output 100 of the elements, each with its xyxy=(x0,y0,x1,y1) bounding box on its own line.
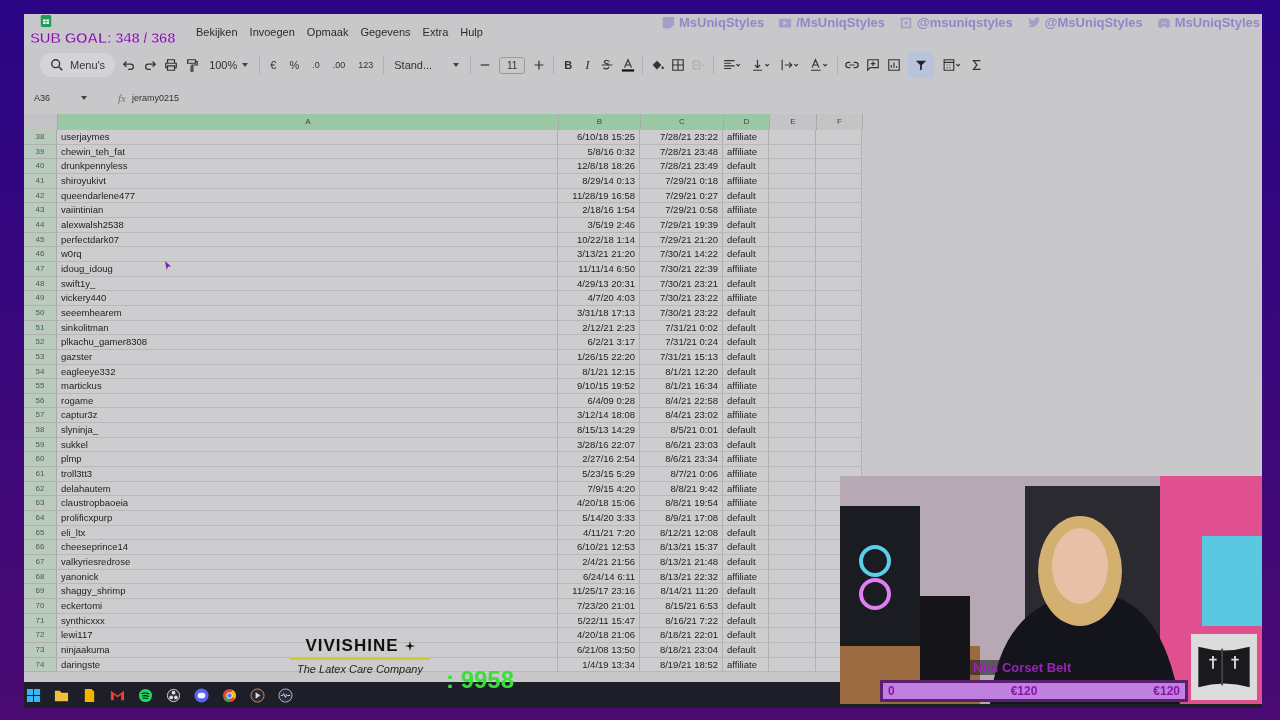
row-number[interactable]: 58 xyxy=(24,423,57,438)
music-app-icon[interactable] xyxy=(138,687,153,703)
table-cell: 6/2/21 3:17 xyxy=(558,335,640,350)
table-cell: slyninja_ xyxy=(57,423,558,438)
table-cell: 8/8/21 19:54 xyxy=(640,496,723,512)
row-number[interactable]: 63 xyxy=(24,496,57,512)
row-number[interactable]: 60 xyxy=(24,452,57,468)
table-cell: 8/15/13 14:29 xyxy=(558,423,640,438)
text-wrap-icon[interactable] xyxy=(778,58,801,72)
row-number[interactable]: 46 xyxy=(24,247,57,262)
print-icon[interactable] xyxy=(164,58,179,72)
redo-icon[interactable] xyxy=(143,58,158,72)
column-header[interactable]: D xyxy=(724,114,770,130)
table-cell: 8/5/21 0:01 xyxy=(640,423,723,438)
table-cell: 7/28/21 23:49 xyxy=(640,159,723,174)
table-cell: 2/18/16 1:54 xyxy=(558,203,640,218)
percent-button[interactable]: % xyxy=(286,57,303,73)
menu-item[interactable]: Hulp xyxy=(460,26,483,38)
table-cell: affiliate xyxy=(723,408,769,424)
row-number[interactable]: 43 xyxy=(24,203,57,218)
row-number[interactable]: 67 xyxy=(24,555,57,570)
chart-icon[interactable] xyxy=(886,58,901,72)
browser-icon[interactable] xyxy=(222,687,237,703)
search-icon xyxy=(50,58,64,72)
menu-search-field[interactable]: Menu's xyxy=(40,53,116,77)
comment-icon[interactable] xyxy=(865,58,880,72)
currency-button[interactable]: € xyxy=(267,57,280,73)
italic-button[interactable]: I xyxy=(582,55,593,75)
corner-cell[interactable] xyxy=(24,114,58,130)
row-number[interactable]: 61 xyxy=(24,467,57,482)
table-cell: plmp xyxy=(57,452,558,468)
document-icon[interactable] xyxy=(82,687,97,703)
paint-format-icon[interactable] xyxy=(185,58,200,72)
menu-item[interactable]: Gegevens xyxy=(360,26,411,38)
play-icon[interactable] xyxy=(250,687,265,703)
bold-button[interactable]: B xyxy=(561,57,576,73)
zoom-dropdown[interactable]: 100% xyxy=(206,57,253,73)
number-format-button[interactable]: 123 xyxy=(355,58,377,72)
table-cell: cheeseprince14 xyxy=(57,540,558,556)
social-handle: /MsUniqStyles xyxy=(796,15,886,30)
name-box[interactable]: A36 xyxy=(24,93,98,103)
table-cell: default xyxy=(723,599,769,614)
column-header[interactable]: C xyxy=(641,114,724,130)
font-dropdown[interactable]: Stand... xyxy=(391,57,464,73)
row-number[interactable]: 55 xyxy=(24,379,57,394)
column-header[interactable]: A xyxy=(58,114,559,130)
undo-icon[interactable] xyxy=(122,58,137,72)
table-cell: shaggy_shrimp xyxy=(57,584,558,599)
audio-app-icon[interactable] xyxy=(278,687,293,703)
row-number[interactable]: 64 xyxy=(24,511,57,526)
table-cell: affiliate xyxy=(723,452,769,468)
sparkle-icon xyxy=(404,641,415,651)
social-handle: @msuniqstyles xyxy=(917,15,1013,30)
formula-field[interactable]: jeramy0215 xyxy=(131,93,179,103)
table-cell: claustropbaoeia xyxy=(57,496,558,512)
filter-icon[interactable] xyxy=(907,52,934,78)
table-cell: affiliate xyxy=(723,496,769,512)
table-cell: vaiintinian xyxy=(57,203,558,218)
row-number[interactable]: 72 xyxy=(24,628,57,643)
functions-icon[interactable] xyxy=(940,58,963,72)
row-number[interactable]: 52 xyxy=(24,335,57,350)
menu-item[interactable]: Invoegen xyxy=(249,26,295,38)
table-cell: 7/30/21 23:22 xyxy=(640,291,723,306)
text-color-icon[interactable] xyxy=(620,58,635,72)
font-size-field[interactable]: 11 xyxy=(499,56,526,74)
column-header[interactable]: F xyxy=(817,114,863,130)
table-cell: default xyxy=(723,159,769,174)
increase-decimals-button[interactable]: .00 xyxy=(329,58,349,72)
row-number[interactable]: 57 xyxy=(24,408,57,424)
borders-icon[interactable] xyxy=(670,58,685,72)
table-cell: 6/10/18 15:25 xyxy=(558,130,640,145)
table-cell: 6/10/21 12:53 xyxy=(558,540,640,556)
menu-item[interactable]: Extra xyxy=(422,26,449,38)
row-number[interactable]: 70 xyxy=(24,599,57,614)
row-number[interactable]: 38 xyxy=(24,130,57,145)
decrease-decimals-button[interactable]: .0 xyxy=(309,58,323,72)
table-cell: 8/7/21 0:06 xyxy=(640,467,723,482)
table-cell: martickus xyxy=(57,379,558,394)
gamepad-icon xyxy=(1156,15,1171,30)
caret-icon xyxy=(452,61,461,69)
menu-item[interactable]: Opmaak xyxy=(306,26,349,38)
windows-start-icon[interactable] xyxy=(26,687,41,703)
row-number[interactable]: 40 xyxy=(24,159,57,174)
table-cell: 8/15/21 6:53 xyxy=(640,599,723,614)
record-app-icon[interactable] xyxy=(166,687,181,703)
row-number[interactable]: 66 xyxy=(24,540,57,556)
table-cell: 4/20/18 15:06 xyxy=(558,496,640,512)
menu-item[interactable]: Bekijken xyxy=(196,26,238,38)
table-cell: default xyxy=(723,423,769,438)
merge-cells-icon[interactable] xyxy=(691,58,706,72)
chat-app-icon[interactable] xyxy=(194,687,209,703)
strikethrough-icon[interactable] xyxy=(599,58,614,72)
column-header[interactable]: E xyxy=(770,114,817,130)
table-cell: 7/31/21 0:24 xyxy=(640,335,723,350)
row-number[interactable]: 49 xyxy=(24,291,57,306)
table-cell: 3/12/14 18:08 xyxy=(558,408,640,424)
table-cell: drunkpennyless xyxy=(57,159,558,174)
row-number[interactable]: 69 xyxy=(24,584,57,599)
column-header[interactable]: B xyxy=(559,114,641,130)
table-cell: captur3z xyxy=(57,408,558,424)
